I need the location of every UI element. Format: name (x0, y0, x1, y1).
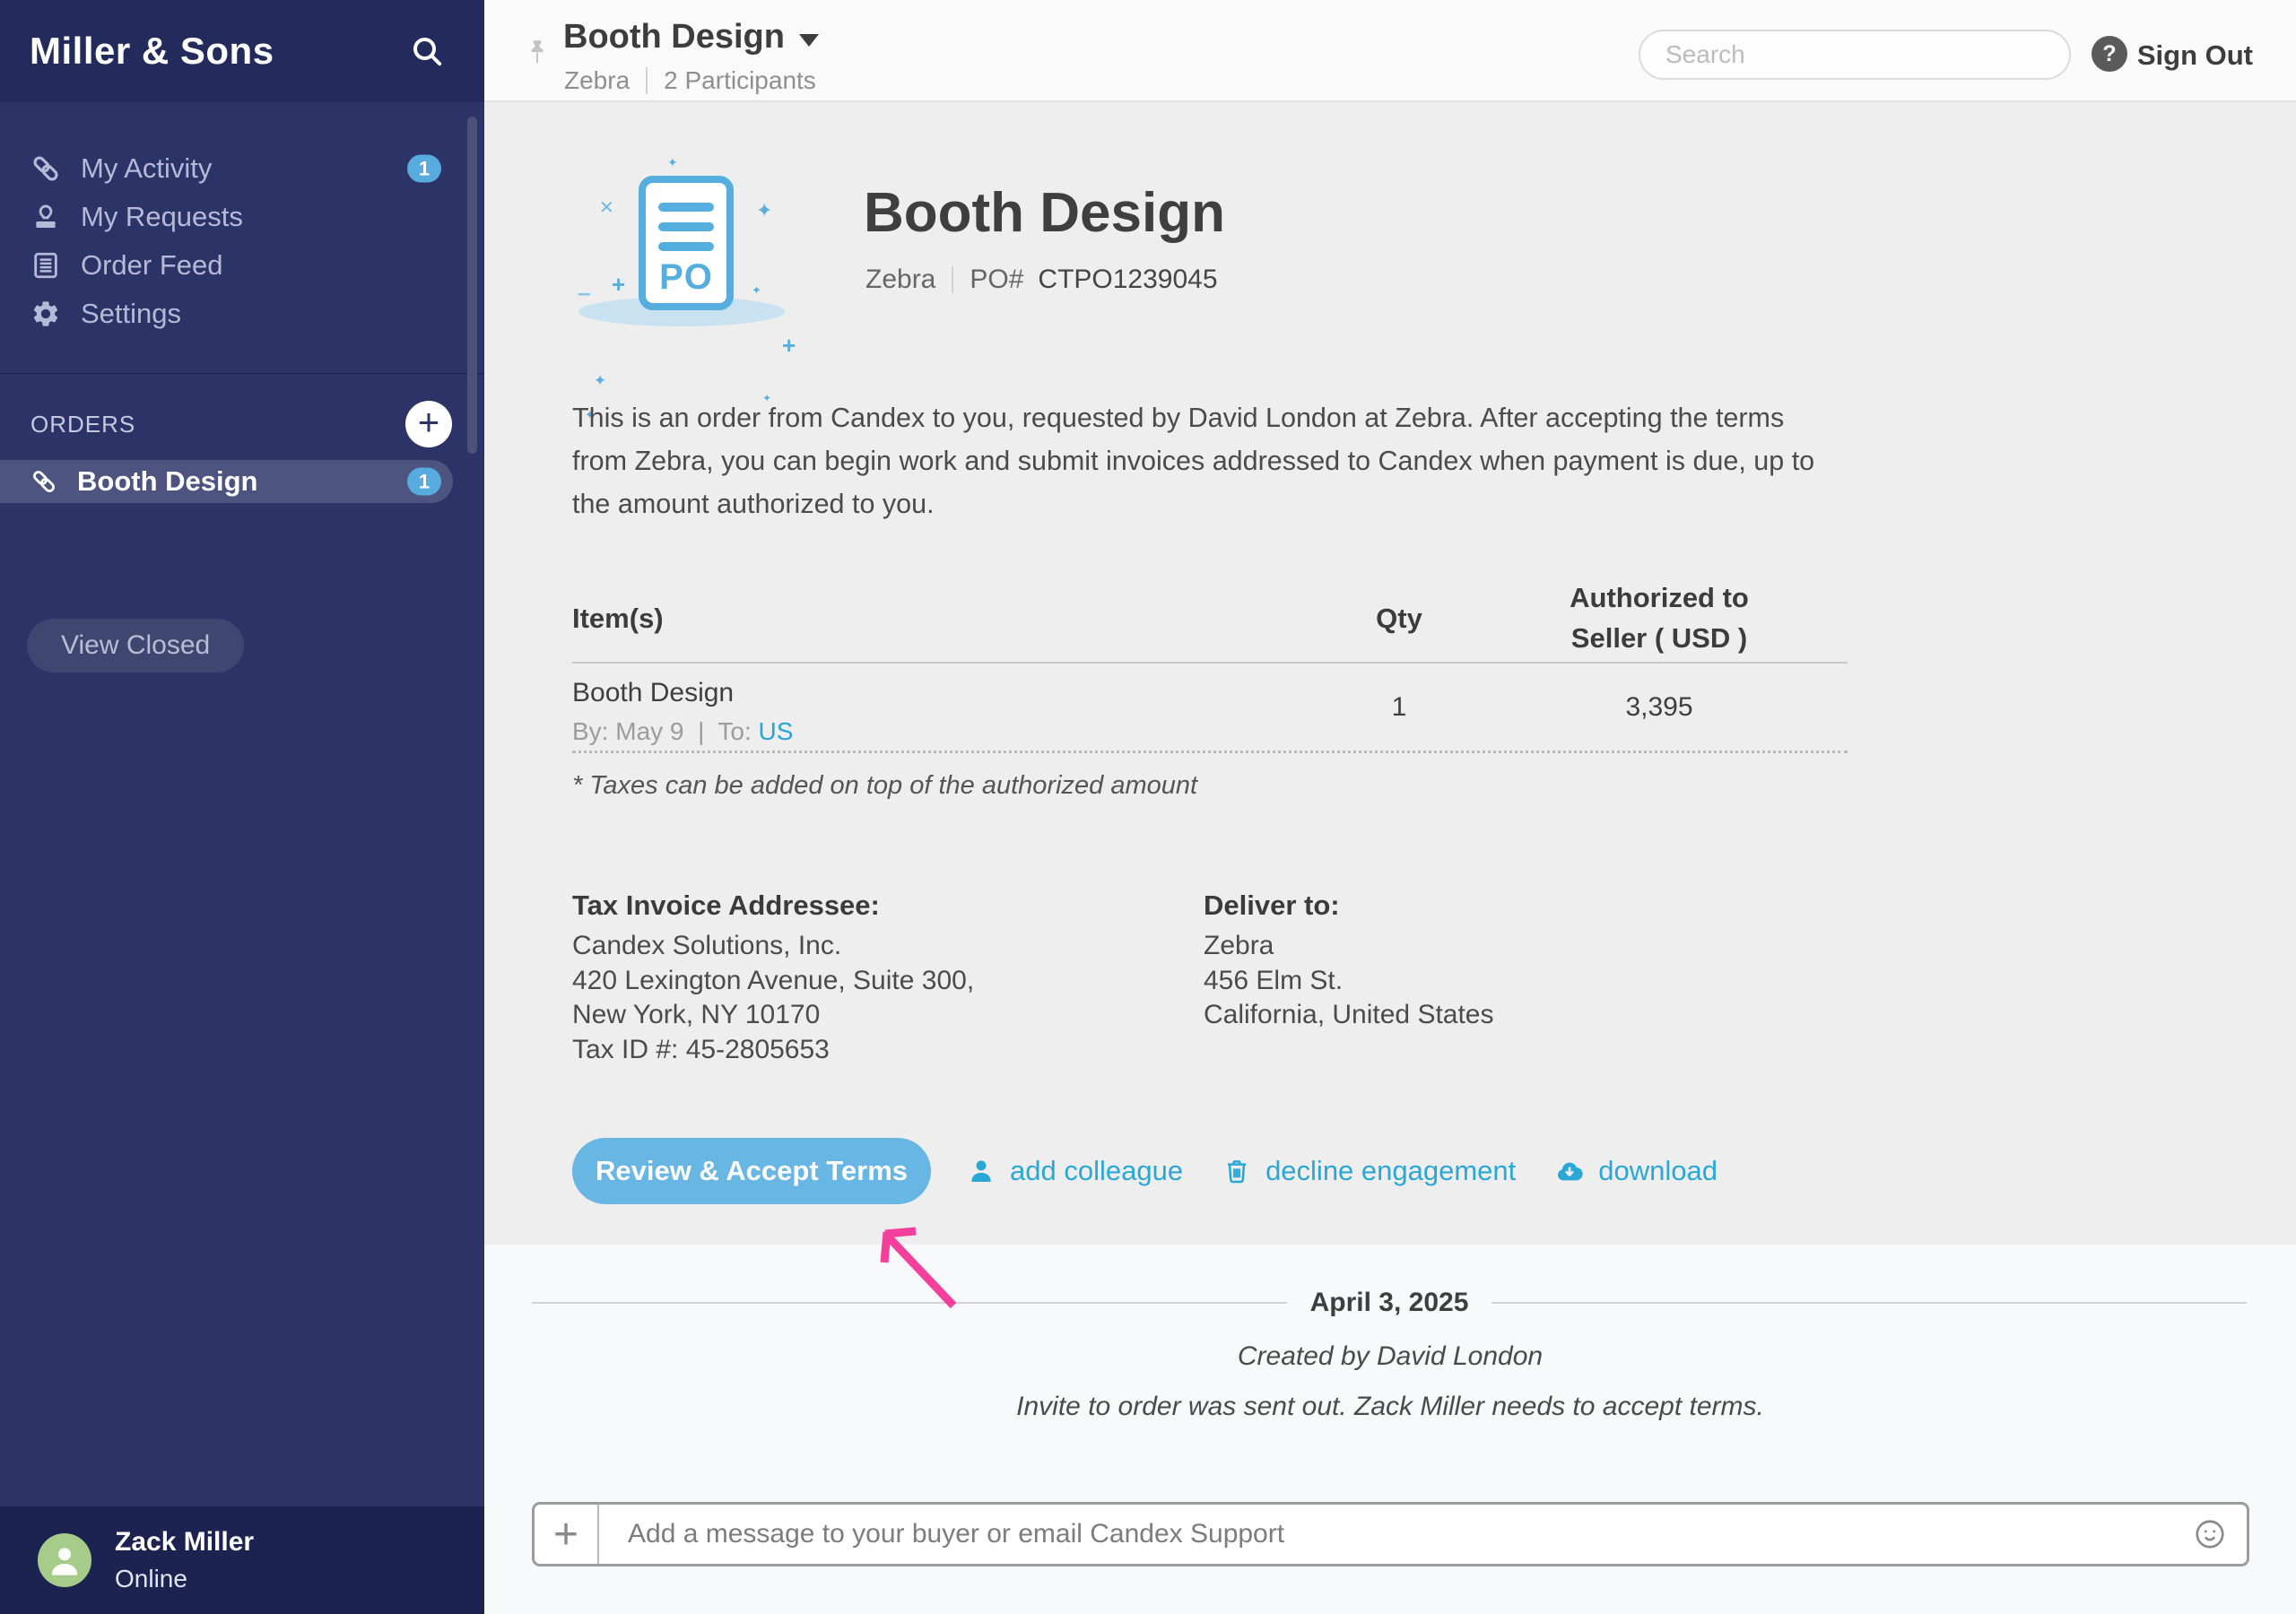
brand-title: Miller & Sons (30, 30, 274, 73)
review-accept-terms-button[interactable]: Review & Accept Terms (572, 1138, 931, 1204)
sidebar-nav: My Activity 1 My Requests Order Feed Set… (0, 144, 484, 338)
timeline-event: Created by David London (484, 1341, 2296, 1372)
sign-out-button[interactable]: Sign Out (2137, 39, 2253, 72)
sidebar-item-label: Settings (81, 298, 181, 330)
user-name: Zack Miller (115, 1527, 254, 1558)
order-actions: Review & Accept Terms add colleague decl… (572, 1138, 1718, 1204)
order-company: Zebra (865, 265, 935, 295)
col-header-items: Item(s) (572, 598, 1327, 638)
po-illustration: ✦ ✕ ✦ – + ✦ + ✦ ✦ ✦ PO (574, 143, 789, 332)
link-icon (30, 468, 57, 495)
po-number-label: PO# (970, 265, 1023, 295)
sidebar-item-label: My Requests (81, 201, 243, 233)
sidebar-order-booth-design[interactable]: Booth Design 1 (0, 460, 453, 503)
deliver-to: Deliver to: Zebra 456 Elm St. California… (1204, 888, 1494, 1067)
trash-icon (1222, 1157, 1251, 1185)
add-order-button[interactable]: + (405, 401, 452, 447)
tax-invoice-addressee: Tax Invoice Addressee: Candex Solutions,… (572, 888, 1204, 1067)
view-closed-button[interactable]: View Closed (27, 619, 244, 672)
chevron-down-icon (799, 34, 819, 47)
ship-to-link[interactable]: US (759, 717, 794, 745)
orders-section-label: ORDERS (30, 411, 135, 438)
plus-icon: + (418, 404, 440, 441)
subtitle-divider (646, 67, 648, 94)
item-qty: 1 (1327, 664, 1471, 751)
order-intro-text: This is an order from Candex to you, req… (572, 396, 1837, 525)
user-bar[interactable]: Zack Miller Online (0, 1506, 484, 1614)
gear-icon (30, 299, 61, 329)
po-document-icon: PO (639, 176, 734, 310)
timeline-event: Invite to order was sent out. Zack Mille… (484, 1392, 2296, 1422)
sidebar-item-order-feed[interactable]: Order Feed (0, 241, 484, 290)
order-title-dropdown[interactable]: Booth Design (563, 18, 819, 56)
table-row: Booth Design By: May 9 | To: US 1 3,395 (572, 664, 1848, 753)
avatar (38, 1533, 91, 1587)
po-number-value: CTPO1239045 (1038, 265, 1217, 295)
timeline-date-row: April 3, 2025 (532, 1288, 2247, 1318)
stamp-icon (30, 202, 61, 232)
order-subtitle: Zebra PO# CTPO1239045 (865, 265, 1218, 295)
search-icon[interactable] (409, 33, 445, 69)
message-input[interactable] (599, 1505, 2184, 1564)
po-label: PO (646, 257, 726, 298)
order-page-title: Booth Design (864, 181, 1225, 245)
participants-count[interactable]: 2 Participants (664, 66, 816, 95)
help-icon[interactable]: ? (2092, 36, 2127, 72)
decline-engagement-link[interactable]: decline engagement (1222, 1155, 1516, 1187)
topbar-subtitle: Zebra 2 Participants (564, 66, 816, 95)
sidebar-item-label: Order Feed (81, 249, 223, 282)
item-details: By: May 9 | To: US (572, 717, 1327, 746)
subtitle-divider (952, 266, 953, 293)
tax-note: * Taxes can be added on top of the autho… (572, 771, 1197, 801)
user-status: Online (115, 1565, 254, 1593)
activity-badge: 1 (407, 155, 441, 183)
timeline-date: April 3, 2025 (1310, 1288, 1469, 1318)
download-link[interactable]: download (1555, 1155, 1718, 1187)
order-items-table: Item(s) Qty Authorized to Seller ( USD )… (572, 574, 1848, 753)
order-badge: 1 (407, 468, 441, 496)
link-icon (30, 153, 61, 184)
sidebar-item-my-requests[interactable]: My Requests (0, 193, 484, 241)
table-header-row: Item(s) Qty Authorized to Seller ( USD ) (572, 574, 1848, 664)
company-name: Zebra (564, 66, 630, 95)
item-amount: 3,395 (1471, 664, 1848, 751)
sidebar-item-settings[interactable]: Settings (0, 290, 484, 338)
attach-button[interactable]: + (535, 1505, 599, 1564)
col-header-authorized: Authorized to Seller ( USD ) (1471, 577, 1848, 658)
topbar: Booth Design Zebra 2 Participants ? Sign… (484, 0, 2296, 102)
sidebar: Miller & Sons My Activity 1 My Requests … (0, 0, 484, 1614)
add-colleague-link[interactable]: add colleague (967, 1155, 1183, 1187)
download-cloud-icon (1555, 1157, 1584, 1185)
topbar-title: Booth Design (563, 18, 785, 56)
message-composer: + (532, 1502, 2249, 1566)
order-item-label: Booth Design (77, 465, 258, 498)
smiley-icon (2193, 1517, 2227, 1551)
timeline-section: April 3, 2025 Created by David London In… (484, 1245, 2296, 1614)
sidebar-header: Miller & Sons (0, 0, 484, 102)
order-content: ✦ ✕ ✦ – + ✦ + ✦ ✦ ✦ PO Booth Design Zebr… (484, 102, 2296, 1245)
col-header-qty: Qty (1327, 598, 1471, 638)
item-name: Booth Design (572, 678, 1327, 708)
person-add-icon (967, 1157, 996, 1185)
pushpin-icon[interactable] (527, 39, 547, 88)
sidebar-item-my-activity[interactable]: My Activity 1 (0, 144, 484, 193)
search-input[interactable] (1639, 30, 2071, 80)
emoji-button[interactable] (2184, 1505, 2247, 1564)
main-area: Booth Design Zebra 2 Participants ? Sign… (484, 0, 2296, 1614)
feed-icon (30, 250, 61, 281)
sidebar-item-label: My Activity (81, 152, 212, 185)
plus-icon: + (553, 1510, 578, 1559)
addresses: Tax Invoice Addressee: Candex Solutions,… (572, 888, 1494, 1067)
